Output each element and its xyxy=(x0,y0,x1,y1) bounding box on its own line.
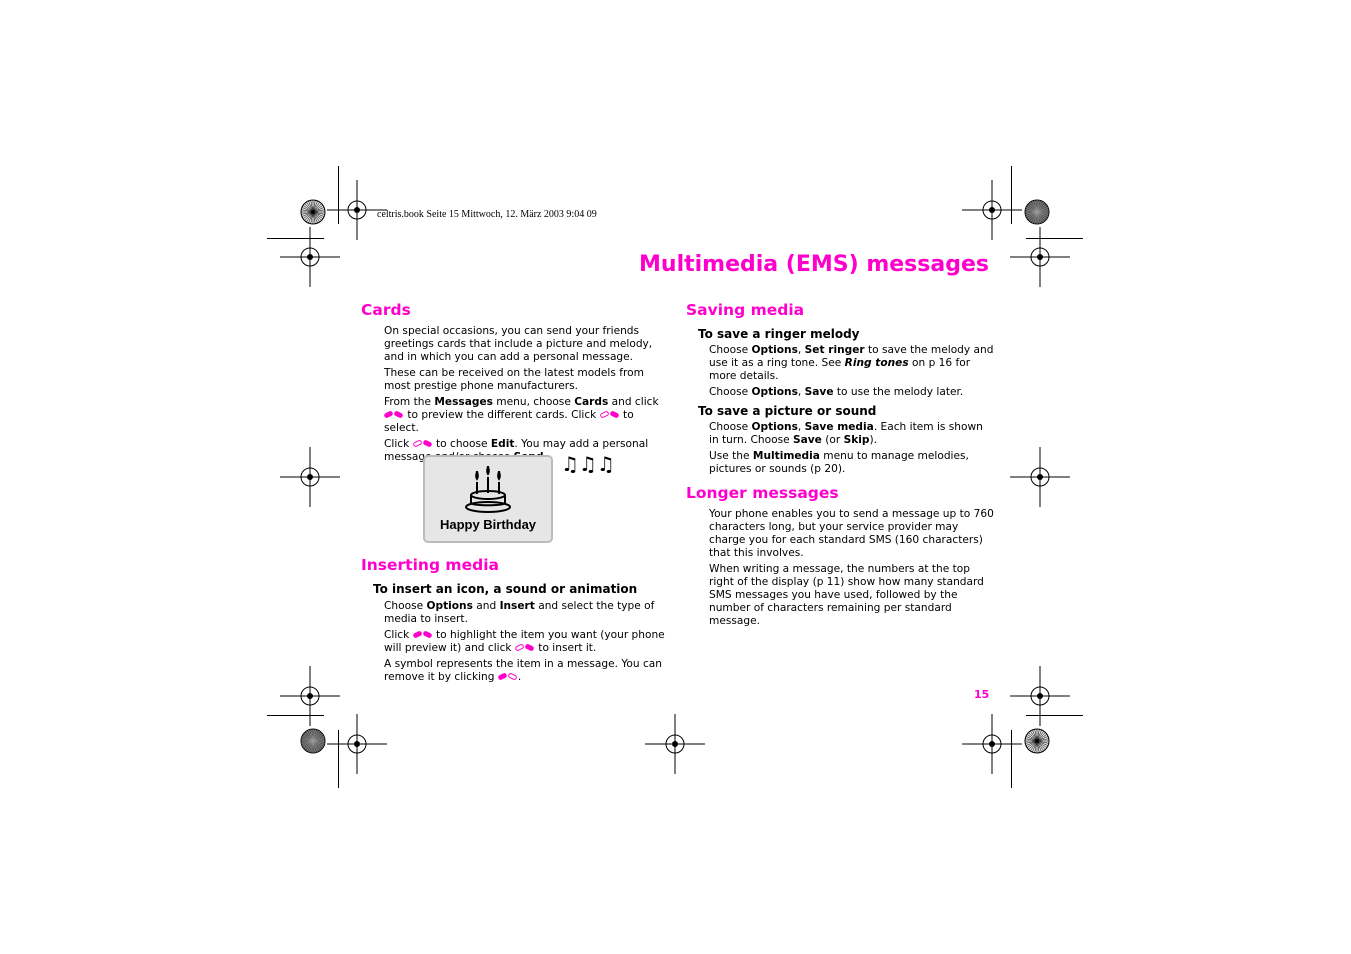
paragraph: Choose Options, Set ringer to save the m… xyxy=(709,344,994,383)
paragraph: From the Messages menu, choose Cards and… xyxy=(383,396,669,435)
paragraph: Use the Multimedia menu to manage melodi… xyxy=(709,450,994,476)
inserting-body: Choose Options and Insert and select the… xyxy=(384,600,669,687)
print-header: celtris.book Seite 15 Mittwoch, 12. März… xyxy=(377,209,597,220)
text: to choose xyxy=(432,438,491,450)
card-label: Happy Birthday xyxy=(439,517,537,532)
text: Choose xyxy=(709,344,752,356)
crop-line xyxy=(1026,238,1083,239)
crop-line xyxy=(267,715,324,716)
bold-term: Options xyxy=(751,421,798,433)
page-number: 15 xyxy=(974,688,990,701)
registration-mark-icon xyxy=(280,227,340,287)
text: Click xyxy=(384,629,413,641)
picture-subheading: To save a picture or sound xyxy=(698,404,877,418)
bold-term: Insert xyxy=(499,600,535,612)
manual-page: celtris.book Seite 15 Mittwoch, 12. März… xyxy=(0,0,1351,954)
text: A symbol represents the item in a messag… xyxy=(384,658,662,683)
bold-term: Cards xyxy=(574,396,609,408)
text: , xyxy=(797,386,805,398)
registration-mark-icon xyxy=(1010,447,1070,507)
text: When writing a message, the numbers at t… xyxy=(709,563,984,627)
cake-icon xyxy=(465,465,511,513)
text: Use the xyxy=(709,450,753,462)
ok-key-icon xyxy=(411,439,433,448)
cards-body: On special occasions, you can send your … xyxy=(383,325,669,467)
bold-term: Ring tones xyxy=(844,357,909,369)
text: to use the melody later. xyxy=(833,386,964,398)
text: Choose xyxy=(709,386,752,398)
crop-line xyxy=(1026,715,1083,716)
paragraph: On special occasions, you can send your … xyxy=(384,325,669,364)
paragraph: Your phone enables you to send a message… xyxy=(709,508,994,560)
bold-term: Edit xyxy=(490,438,515,450)
nav-keys-icon xyxy=(411,630,433,639)
bold-term: Messages xyxy=(434,396,493,408)
color-target-icon xyxy=(1024,728,1050,754)
registration-mark-icon xyxy=(962,714,1022,774)
text: On special occasions, you can send your … xyxy=(384,325,653,363)
picture-body: Choose Options, Save media. Each item is… xyxy=(709,421,994,479)
text: Click xyxy=(384,438,413,450)
text: and click xyxy=(608,396,659,408)
bold-term: Skip xyxy=(843,434,870,446)
back-key-icon xyxy=(497,672,518,681)
cards-heading: Cards xyxy=(361,301,411,319)
registration-mark-icon xyxy=(645,714,705,774)
text: to preview the different cards. Click xyxy=(404,409,600,421)
bold-term: Options xyxy=(751,386,798,398)
color-target-icon xyxy=(300,728,326,754)
text: ). xyxy=(869,434,877,446)
bold-term: Save xyxy=(793,434,822,446)
bold-term: Options xyxy=(751,344,798,356)
color-target-icon xyxy=(1024,199,1050,225)
paragraph: A symbol represents the item in a messag… xyxy=(384,658,669,684)
crop-line xyxy=(338,730,339,788)
longer-body: Your phone enables you to send a message… xyxy=(709,508,994,631)
registration-mark-icon xyxy=(1010,227,1070,287)
crop-line xyxy=(338,166,339,224)
paragraph: Choose Options, Save to use the melody l… xyxy=(709,386,994,399)
text: (or xyxy=(821,434,844,446)
ok-key-icon xyxy=(599,410,620,419)
bold-term: Multimedia xyxy=(752,450,820,462)
crop-line xyxy=(1011,730,1012,788)
crop-line xyxy=(1011,166,1012,224)
text: These can be received on the latest mode… xyxy=(384,367,644,392)
ringer-subheading: To save a ringer melody xyxy=(698,327,860,341)
bold-term: Save xyxy=(804,386,834,398)
saving-heading: Saving media xyxy=(686,301,805,319)
paragraph: When writing a message, the numbers at t… xyxy=(709,563,994,628)
color-target-icon xyxy=(300,199,326,225)
bold-term: Options xyxy=(426,600,473,612)
text: From the xyxy=(384,396,435,408)
text: and xyxy=(472,600,500,612)
music-notes-icon: ♫♫♫ xyxy=(561,452,615,476)
paragraph: Click to highlight the item you want (yo… xyxy=(384,629,669,655)
text: menu, choose xyxy=(492,396,575,408)
nav-keys-icon xyxy=(383,410,404,419)
text: Choose xyxy=(709,421,752,433)
paragraph: Choose Options, Save media. Each item is… xyxy=(709,421,994,447)
page-title: Multimedia (EMS) messages xyxy=(639,252,989,277)
inserting-heading: Inserting media xyxy=(361,556,499,574)
longer-heading: Longer messages xyxy=(686,484,839,502)
text: Choose xyxy=(384,600,427,612)
paragraph: These can be received on the latest mode… xyxy=(384,367,669,393)
text: . xyxy=(517,671,522,683)
birthday-card-image: Happy Birthday xyxy=(423,455,553,543)
paragraph: Choose Options and Insert and select the… xyxy=(384,600,669,626)
ok-key-icon xyxy=(514,643,535,652)
inserting-subheading: To insert an icon, a sound or animation xyxy=(373,582,638,596)
text: Your phone enables you to send a message… xyxy=(709,508,994,559)
text: , xyxy=(797,344,805,356)
bold-term: Set ringer xyxy=(804,344,865,356)
crop-line xyxy=(267,238,324,239)
registration-mark-icon xyxy=(280,447,340,507)
bold-term: Save media xyxy=(804,421,874,433)
registration-mark-icon xyxy=(327,714,387,774)
text: to insert it. xyxy=(534,642,597,654)
text: , xyxy=(797,421,805,433)
ringer-body: Choose Options, Set ringer to save the m… xyxy=(709,344,994,402)
